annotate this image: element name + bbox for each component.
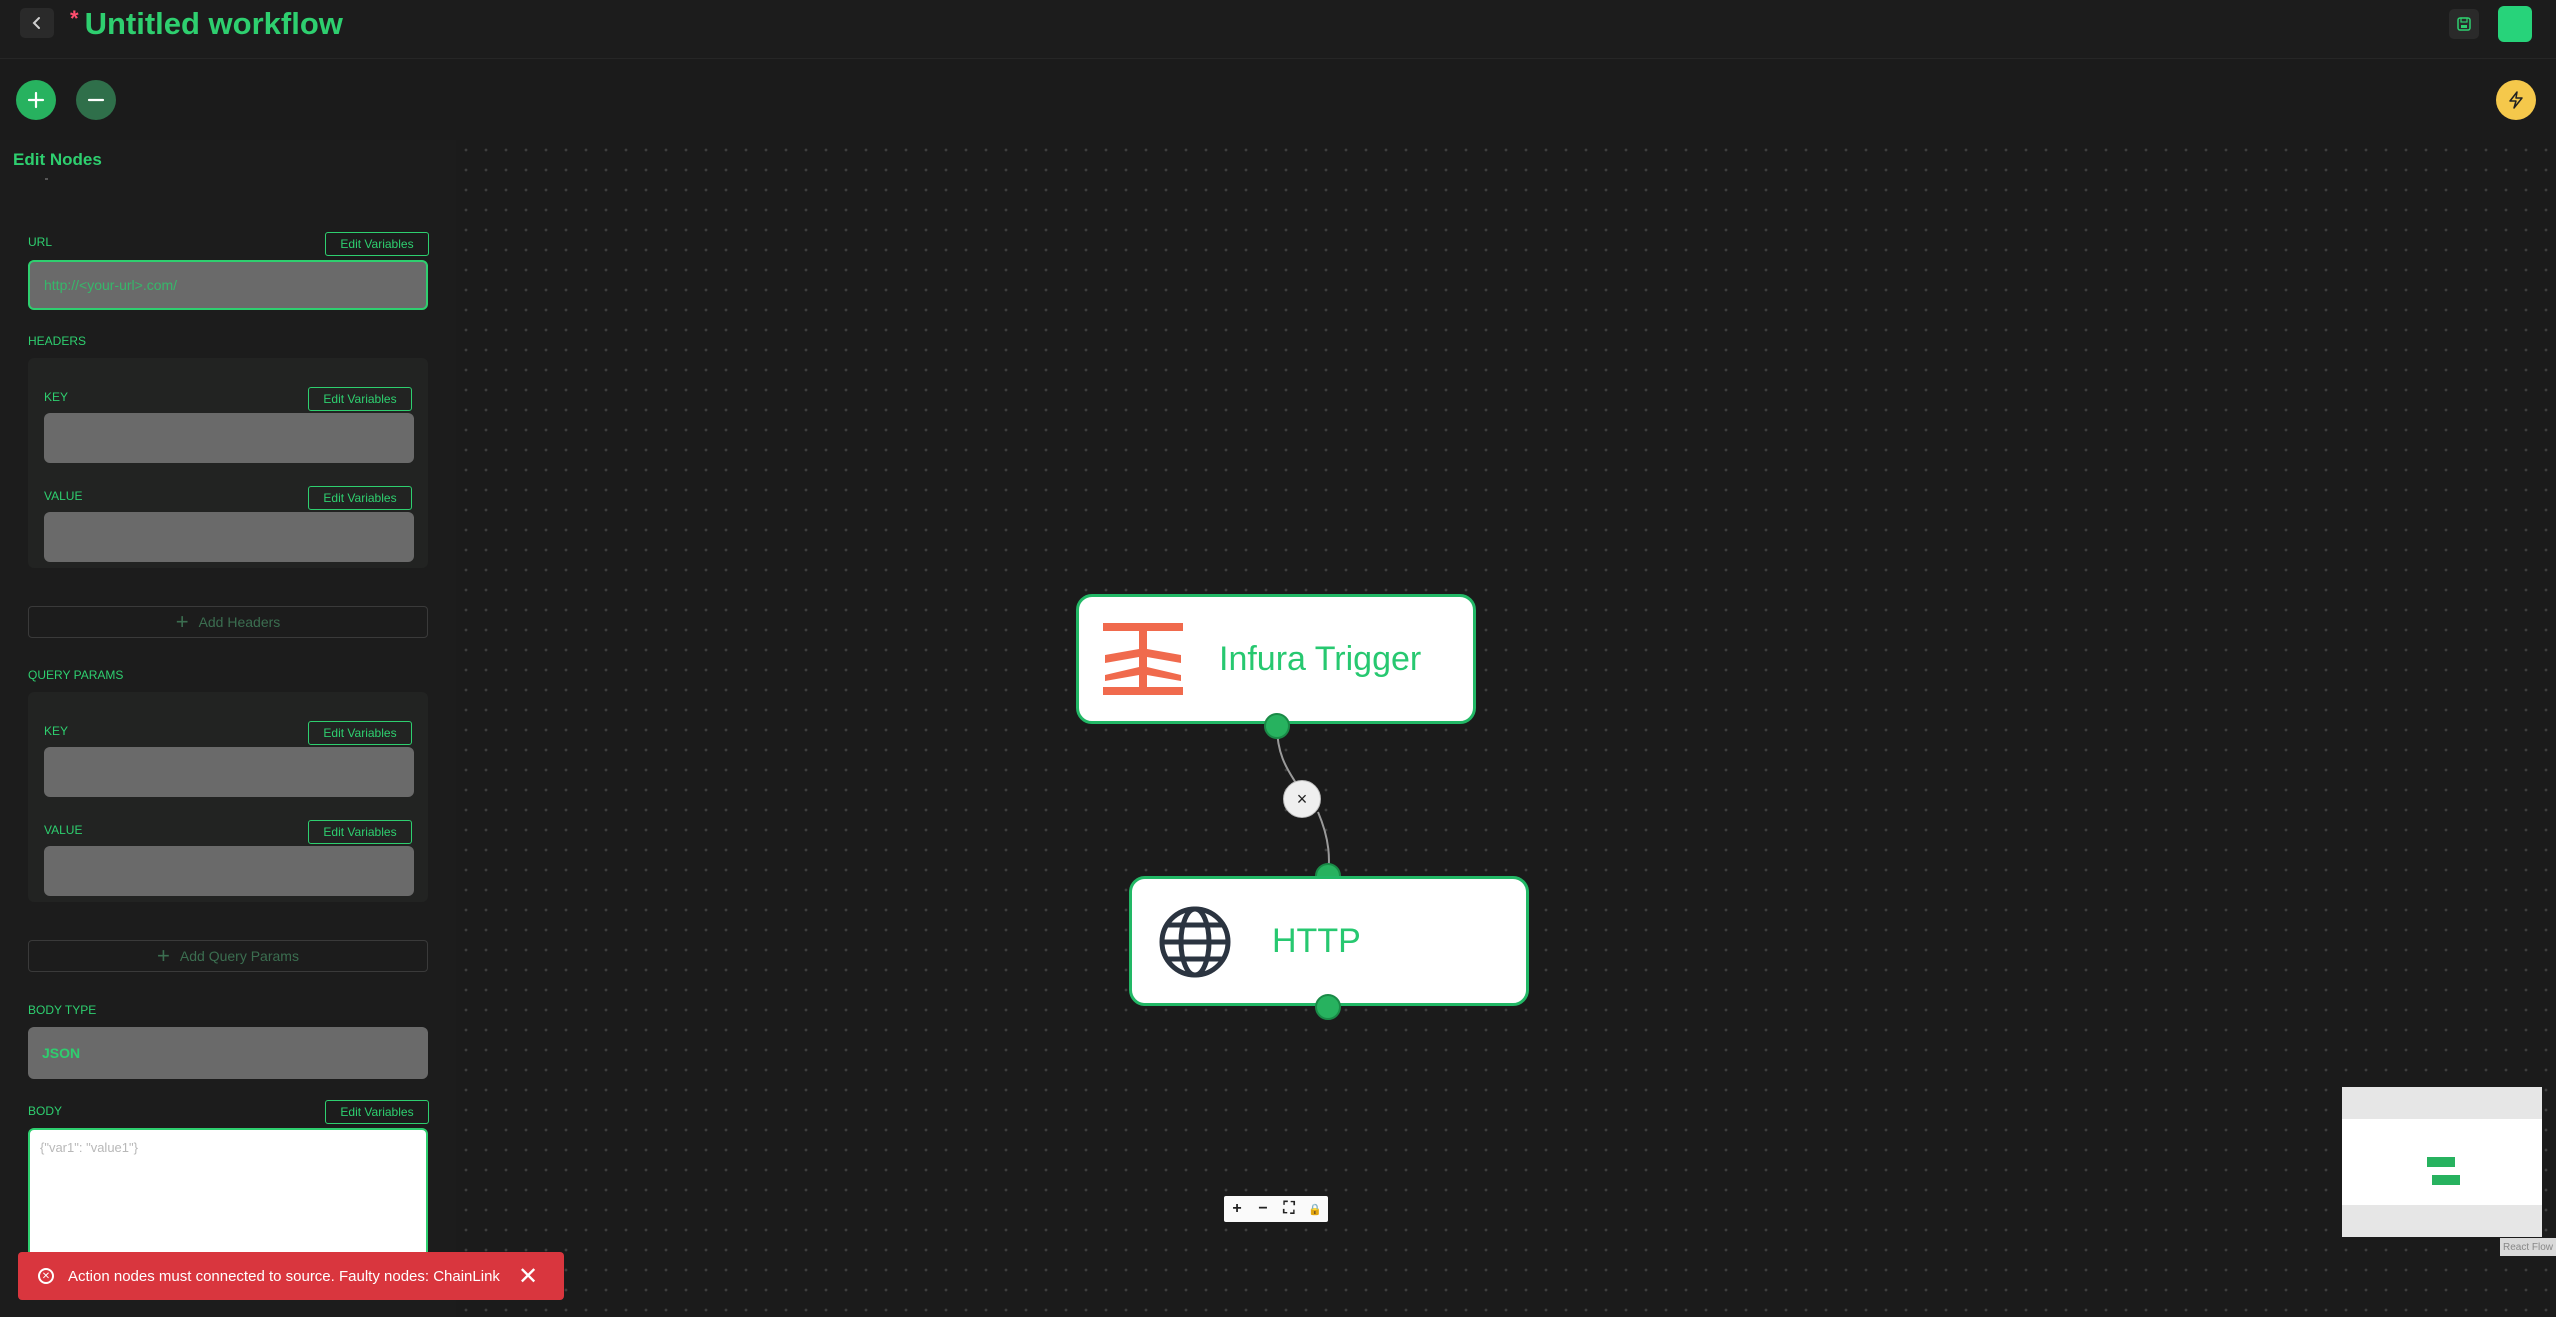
body-type-label: BODY TYPE (28, 1003, 97, 1017)
back-button[interactable] (20, 8, 54, 38)
lightning-icon (2509, 91, 2523, 109)
minimap[interactable] (2342, 1087, 2542, 1237)
infura-source-handle[interactable] (1264, 713, 1290, 739)
url-label: URL (28, 235, 53, 249)
query-params-group: KEY Edit Variables VALUE Edit Variables (28, 692, 428, 902)
query-params-label: QUERY PARAMS (28, 668, 124, 682)
error-icon: ✕ (38, 1268, 54, 1284)
save-button[interactable] (2449, 9, 2479, 39)
header-key-label: KEY (44, 390, 69, 404)
query-key-input[interactable] (44, 747, 414, 797)
query-value-edit-variables-button[interactable]: Edit Variables (308, 820, 412, 844)
add-query-params-button[interactable]: + Add Query Params (28, 940, 428, 972)
minimap-mask (2342, 1087, 2542, 1119)
zoom-in-control[interactable]: + (1224, 1196, 1250, 1222)
flash-button[interactable] (2496, 80, 2536, 120)
edit-nodes-panel: Edit Nodes URL Edit Variables HEADERS KE… (0, 140, 456, 1317)
url-edit-variables-button[interactable]: Edit Variables (325, 232, 429, 256)
headers-label: HEADERS (28, 334, 87, 348)
flow-canvas[interactable] (456, 140, 2556, 1317)
minimap-node (2432, 1175, 2460, 1185)
workflow-title-wrap: * Untitled workflow (70, 8, 343, 40)
add-node-button[interactable] (16, 80, 56, 120)
header-value-input[interactable] (44, 512, 414, 562)
plus-icon: + (175, 609, 189, 634)
query-value-label: VALUE (44, 823, 83, 837)
minus-icon (87, 98, 105, 102)
add-query-params-label: Add Query Params (179, 948, 299, 964)
query-value-input[interactable] (44, 846, 414, 896)
header-key-edit-variables-button[interactable]: Edit Variables (308, 387, 412, 411)
toast-message: Action nodes must connected to source. F… (68, 1267, 500, 1285)
flow-controls: + − ⛶ 🔒 (1224, 1196, 1328, 1222)
react-flow-attribution[interactable]: React Flow (2500, 1238, 2556, 1256)
http-node[interactable]: HTTP (1129, 876, 1529, 1006)
deploy-button[interactable] (2498, 6, 2532, 42)
infura-logo-icon (1103, 623, 1183, 695)
header-value-edit-variables-button[interactable]: Edit Variables (308, 486, 412, 510)
headers-group: KEY Edit Variables VALUE Edit Variables (28, 358, 428, 568)
remove-node-button[interactable] (76, 80, 116, 120)
minimap-node (2427, 1157, 2455, 1167)
error-toast: ✕ Action nodes must connected to source.… (18, 1252, 564, 1300)
save-icon (2457, 17, 2471, 31)
add-headers-button[interactable]: + Add Headers (28, 606, 428, 638)
plus-icon (27, 91, 45, 109)
panel-title: Edit Nodes (13, 150, 102, 169)
body-edit-variables-button[interactable]: Edit Variables (325, 1100, 429, 1124)
workflow-title[interactable]: Untitled workflow (85, 8, 343, 40)
body-label: BODY (28, 1104, 63, 1118)
infura-trigger-node[interactable]: Infura Trigger (1076, 594, 1476, 724)
divider-mark (45, 178, 48, 180)
lock-control[interactable]: 🔒 (1302, 1196, 1328, 1222)
url-input[interactable] (28, 260, 428, 310)
header-key-input[interactable] (44, 413, 414, 463)
close-icon[interactable]: ✕ (516, 1262, 540, 1290)
node-title: HTTP (1272, 922, 1361, 960)
fit-view-control[interactable]: ⛶ (1276, 1196, 1302, 1222)
unsaved-indicator: * (70, 6, 79, 31)
globe-icon (1159, 906, 1231, 978)
zoom-out-control[interactable]: − (1250, 1196, 1276, 1222)
body-type-select[interactable]: JSON (28, 1027, 428, 1079)
node-title: Infura Trigger (1219, 640, 1422, 678)
chevron-left-icon (32, 17, 40, 29)
edge-delete-button[interactable]: × (1283, 780, 1321, 818)
header-value-label: VALUE (44, 489, 83, 503)
top-bar: * Untitled workflow (0, 0, 2556, 59)
http-source-handle[interactable] (1315, 994, 1341, 1020)
query-key-label: KEY (44, 724, 69, 738)
plus-icon: + (157, 943, 170, 968)
minimap-mask (2342, 1205, 2542, 1237)
query-key-edit-variables-button[interactable]: Edit Variables (308, 721, 412, 745)
add-headers-label: Add Headers (198, 614, 281, 630)
